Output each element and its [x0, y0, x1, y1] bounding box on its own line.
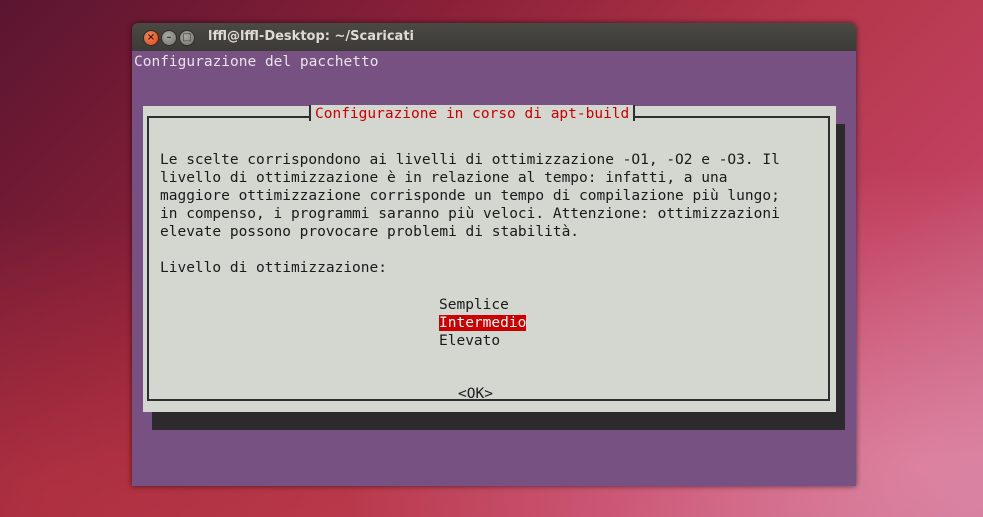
close-icon[interactable]: ×: [143, 30, 159, 46]
window-title: lffl@lffl-Desktop: ~/Scaricati: [208, 29, 414, 44]
ok-button[interactable]: <OK>: [458, 386, 493, 402]
terminal-window[interactable]: × – □ lffl@lffl-Desktop: ~/Scaricati Con…: [132, 23, 856, 486]
option-elevato[interactable]: Elevato: [439, 332, 526, 350]
option-list[interactable]: Semplice Intermedio Elevato: [439, 296, 527, 350]
option-semplice[interactable]: Semplice: [439, 296, 526, 314]
option-intermedio[interactable]: Intermedio: [439, 314, 527, 332]
terminal-area[interactable]: Configurazione del pacchetto Configurazi…: [132, 51, 856, 486]
maximize-icon[interactable]: □: [179, 30, 195, 46]
debconf-dialog: Configurazione in corso di apt-build Le …: [143, 105, 836, 412]
debconf-backtitle: Configurazione del pacchetto: [134, 54, 379, 70]
option-label: Elevato: [439, 333, 501, 349]
window-titlebar[interactable]: × – □ lffl@lffl-Desktop: ~/Scaricati: [132, 23, 856, 51]
minimize-icon[interactable]: –: [161, 30, 177, 46]
option-label: Intermedio: [439, 315, 527, 331]
dialog-message: Le scelte corrispondono ai livelli di ot…: [160, 152, 780, 240]
option-label: Semplice: [439, 297, 509, 313]
dialog-prompt: Livello di ottimizzazione:: [160, 260, 387, 276]
dialog-title: Configurazione in corso di apt-build: [309, 105, 636, 123]
